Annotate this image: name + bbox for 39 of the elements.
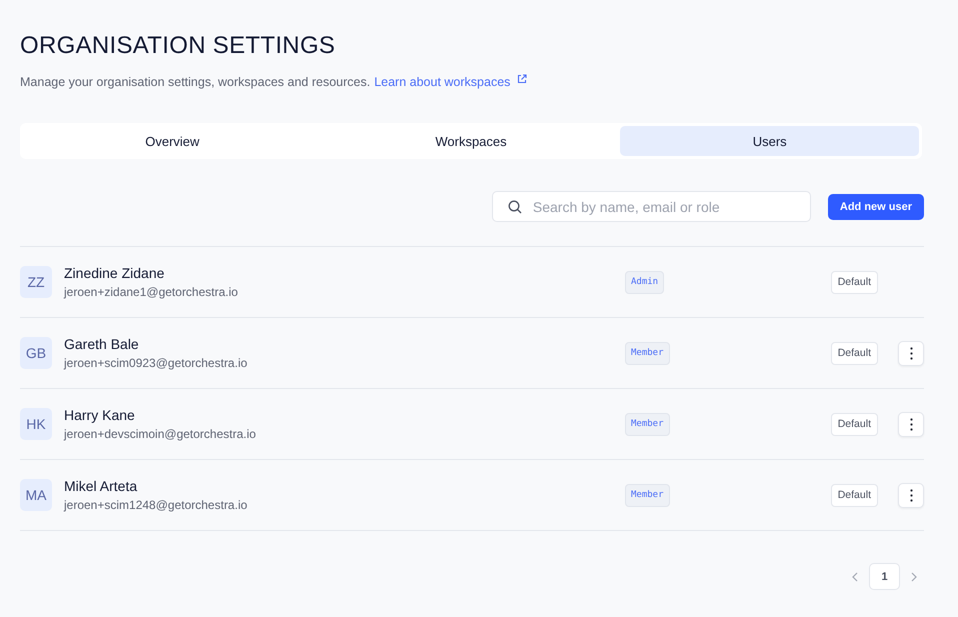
- more-button[interactable]: [898, 482, 924, 508]
- workspaces-link[interactable]: Learn about workspaces: [374, 73, 510, 91]
- page-description: Manage your organisation settings, workspaces and resources.: [20, 74, 370, 91]
- kebab-icon: [910, 418, 912, 430]
- role-tag: Member: [625, 342, 670, 364]
- role-tag: Member: [625, 484, 670, 506]
- avatar: GB: [20, 337, 52, 369]
- tab[interactable]: Users: [620, 126, 920, 156]
- page-button[interactable]: 1: [869, 563, 900, 590]
- workspace-role-button[interactable]: Default: [830, 412, 878, 436]
- tab[interactable]: Workspaces: [322, 126, 620, 156]
- user-email: jeroen+scim1248@getorchestra.io: [64, 498, 248, 512]
- user-name: Gareth Bale: [64, 336, 140, 352]
- chevron-right-icon[interactable]: [910, 572, 918, 582]
- add-user-button[interactable]: Add new user: [828, 194, 924, 220]
- role-tag: Member: [625, 412, 670, 436]
- more-button[interactable]: [898, 412, 924, 436]
- chevron-left-icon[interactable]: [851, 572, 859, 582]
- kebab-icon: [910, 488, 912, 502]
- avatar: MA: [20, 479, 52, 511]
- user-email: jeroen+devscimoin@getorchestra.io: [64, 426, 256, 442]
- kebab-icon: [910, 346, 912, 360]
- external-link-icon: [517, 74, 528, 84]
- user-name: Zinedine Zidane: [64, 264, 166, 282]
- workspace-role-button[interactable]: Default: [830, 270, 878, 294]
- workspace-role-button[interactable]: Default: [830, 342, 878, 364]
- user-name: Harry Kane: [64, 406, 136, 424]
- user-email: jeroen+zidane1@getorchestra.io: [64, 284, 238, 300]
- tab[interactable]: Overview: [23, 126, 322, 156]
- user-email: jeroen+scim0923@getorchestra.io: [64, 356, 248, 370]
- workspace-role-button[interactable]: Default: [830, 484, 878, 506]
- avatar: ZZ: [20, 266, 52, 298]
- search-icon: [508, 200, 522, 214]
- page-title: ORGANISATION SETTINGS: [20, 31, 336, 61]
- more-button[interactable]: [898, 340, 924, 366]
- role-tag: Admin: [625, 270, 664, 294]
- avatar: HK: [20, 408, 52, 440]
- user-name: Mikel Arteta: [64, 478, 138, 494]
- search-field[interactable]: Search by name, email or role: [492, 191, 811, 222]
